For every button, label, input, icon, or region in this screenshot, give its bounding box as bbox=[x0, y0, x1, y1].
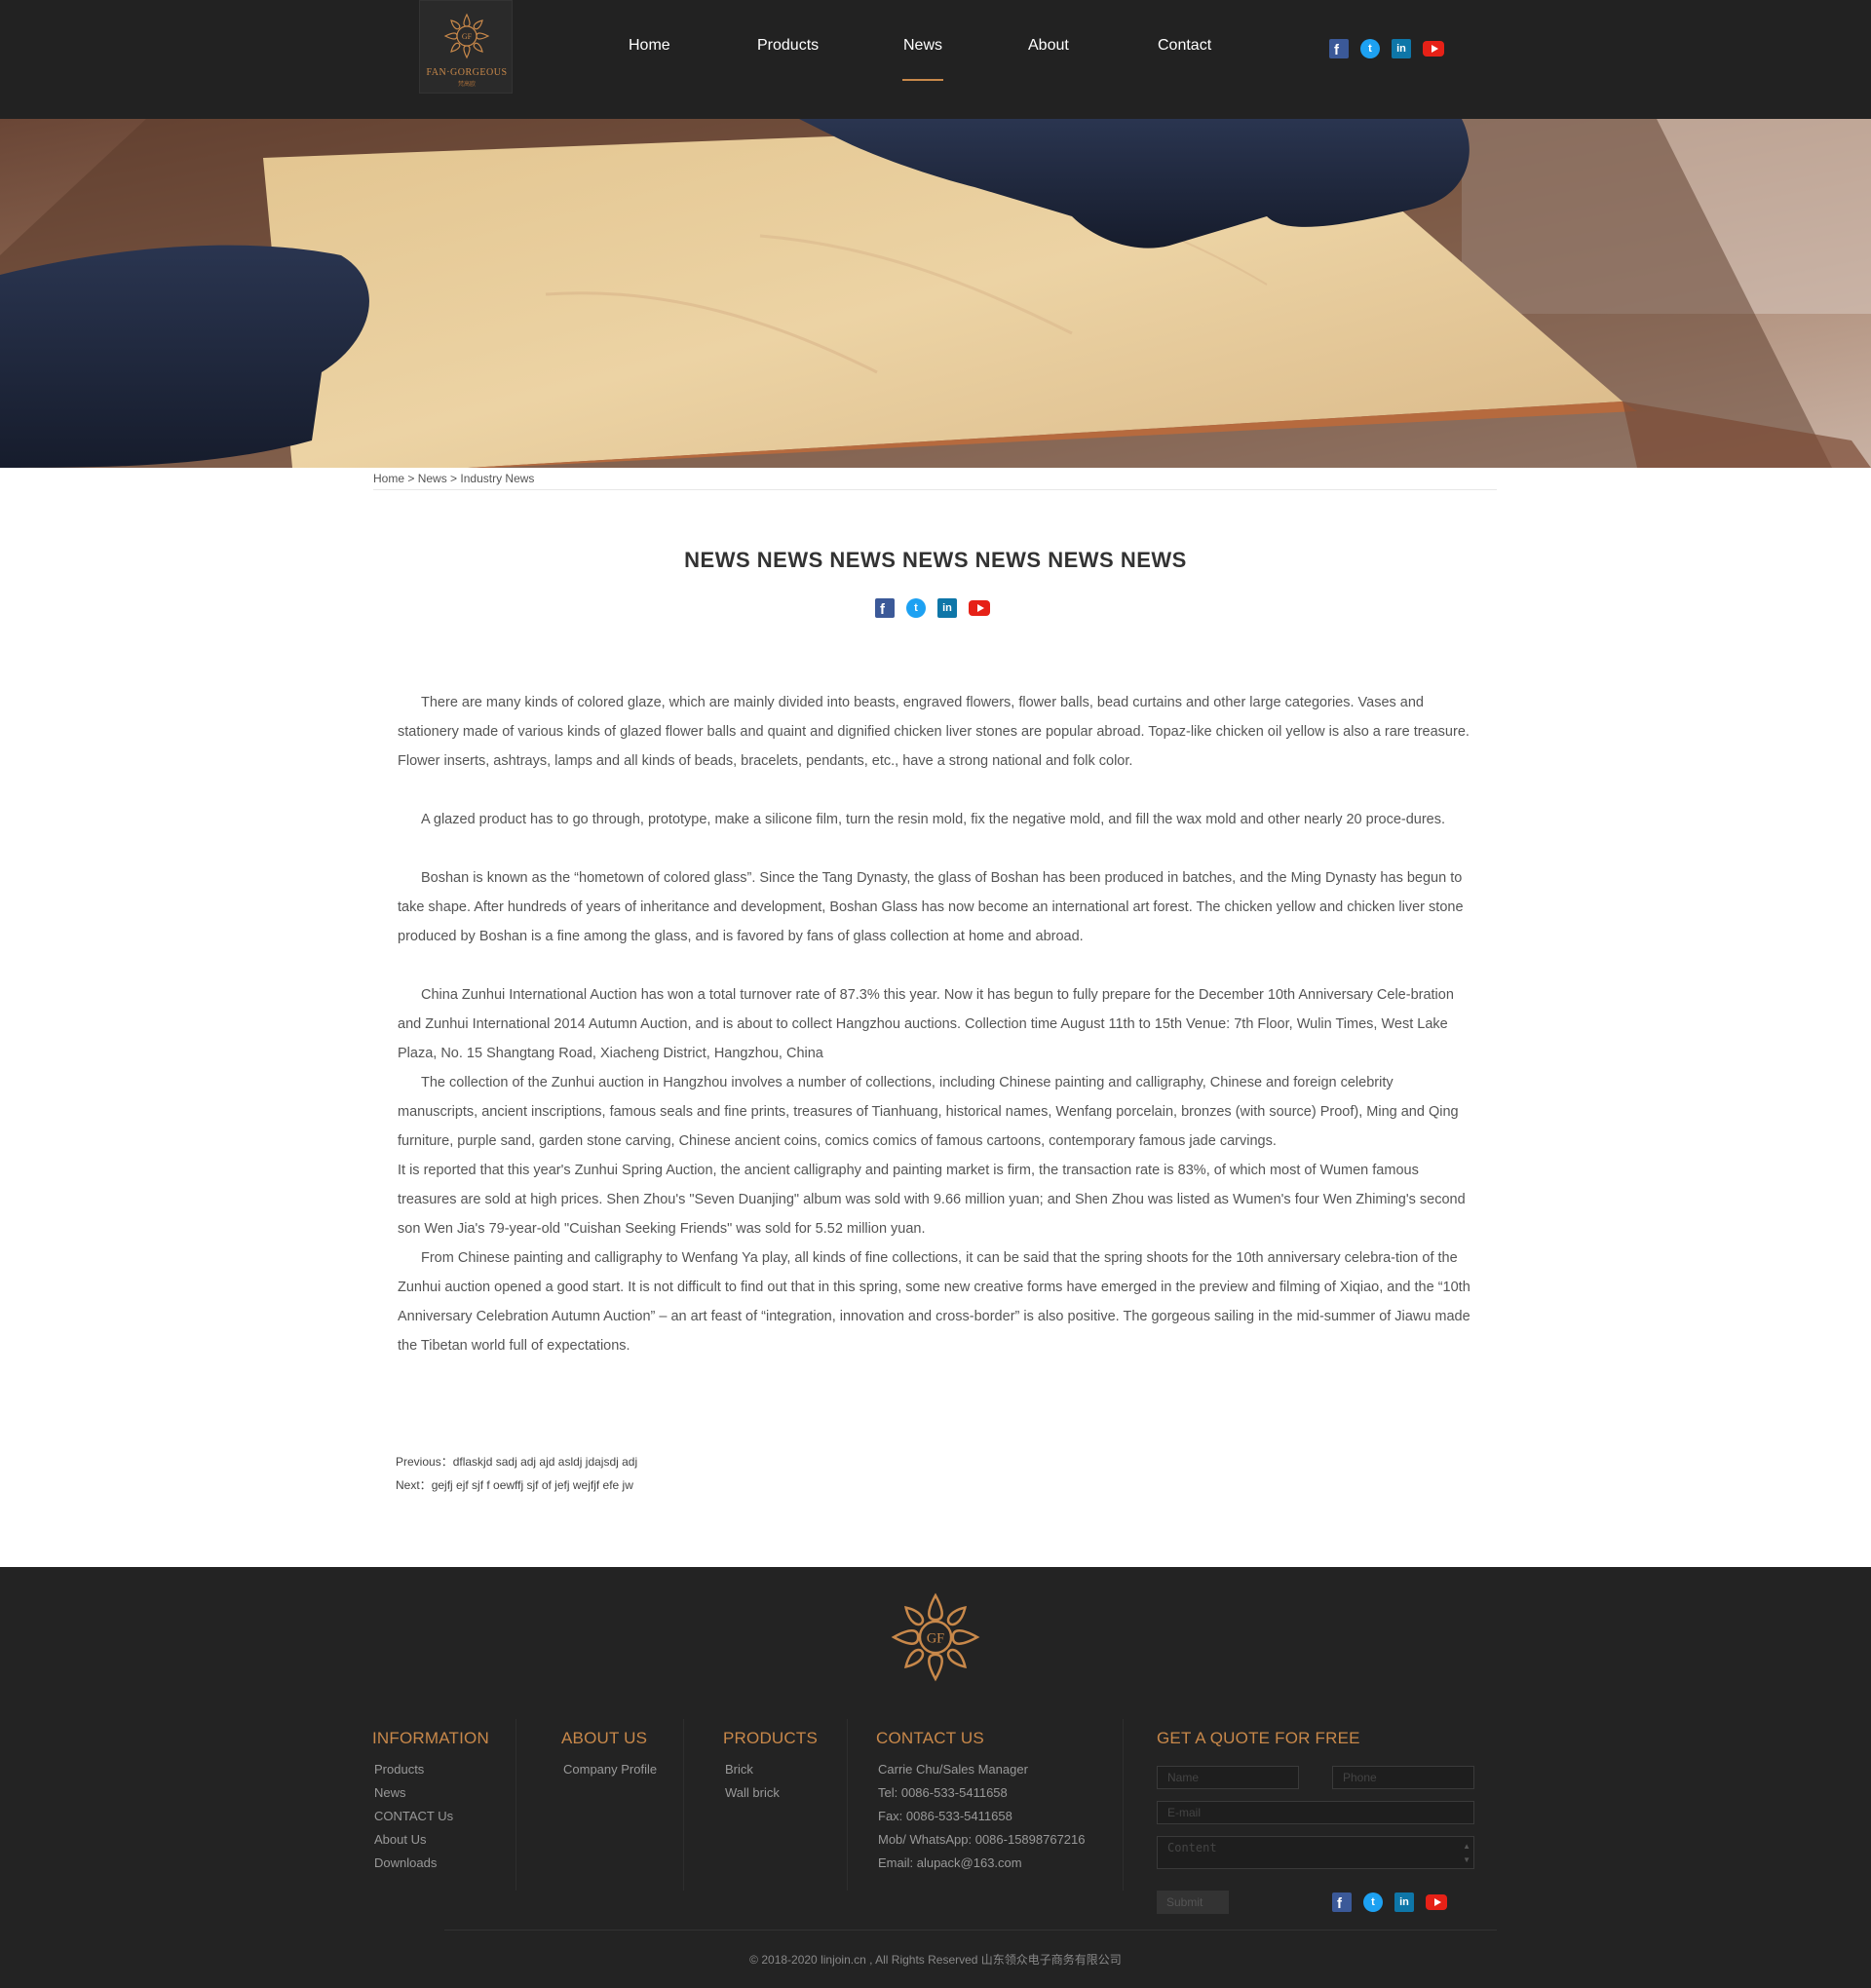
breadcrumb: Home > News > Industry News bbox=[373, 472, 534, 485]
quote-name-input[interactable] bbox=[1157, 1766, 1299, 1789]
footer-divider bbox=[515, 1719, 516, 1891]
svg-text:GF: GF bbox=[927, 1630, 944, 1646]
brand-name: FAN·GORGEOUS bbox=[426, 67, 508, 78]
breadcrumb-news[interactable]: News bbox=[418, 472, 447, 485]
facebook-icon[interactable]: f bbox=[1329, 39, 1349, 58]
contact-person: Carrie Chu/Sales Manager bbox=[878, 1762, 1028, 1777]
breadcrumb-current[interactable]: Industry News bbox=[460, 472, 534, 485]
previous-article[interactable]: Previous：dflaskjd sadj adj ajd asldj jda… bbox=[396, 1450, 637, 1473]
quote-content-textarea[interactable] bbox=[1157, 1836, 1474, 1869]
quote-content-wrapper: ▲▼ bbox=[1157, 1836, 1474, 1869]
nav-home[interactable]: Home bbox=[629, 37, 670, 66]
nav-about[interactable]: About bbox=[1028, 37, 1069, 66]
footer-about: ABOUT US Company Profile bbox=[561, 1729, 657, 1781]
brand-subtitle: 梵高欧 bbox=[457, 82, 476, 88]
next-article[interactable]: Next：gejfj ejf sjf f oewffj sjf of jefj … bbox=[396, 1473, 637, 1497]
next-label: Next： bbox=[396, 1478, 432, 1492]
site-footer: GF INFORMATION Products News CONTACT Us … bbox=[0, 1567, 1871, 1988]
youtube-icon[interactable] bbox=[969, 600, 990, 616]
article-paragraph: There are many kinds of colored glaze, w… bbox=[398, 695, 1470, 769]
quote-phone-input[interactable] bbox=[1332, 1766, 1474, 1789]
contact-tel: Tel: 0086-533-5411658 bbox=[878, 1785, 1008, 1800]
linkedin-icon[interactable]: in bbox=[1394, 1892, 1414, 1912]
header-social: f t in bbox=[1329, 39, 1444, 58]
footer-divider bbox=[847, 1719, 848, 1891]
hero-banner bbox=[0, 119, 1871, 468]
article-paragraph: The collection of the Zunhui auction in … bbox=[398, 1075, 1459, 1149]
footer-link-contact[interactable]: CONTACT Us bbox=[372, 1805, 489, 1828]
footer-social: f t in bbox=[1332, 1892, 1447, 1912]
article-paragraph: China Zunhui International Auction has w… bbox=[398, 987, 1454, 1061]
footer-divider bbox=[683, 1719, 684, 1891]
breadcrumb-home[interactable]: Home bbox=[373, 472, 404, 485]
footer-products: PRODUCTS Brick Wall brick bbox=[723, 1729, 818, 1805]
footer-link-about[interactable]: About Us bbox=[372, 1828, 489, 1852]
footer-link-company-profile[interactable]: Company Profile bbox=[561, 1758, 657, 1781]
twitter-icon[interactable]: t bbox=[1360, 39, 1380, 58]
next-article-link[interactable]: gejfj ejf sjf f oewffj sjf of jefj wejfj… bbox=[432, 1478, 633, 1492]
twitter-icon[interactable]: t bbox=[906, 598, 926, 618]
lotus-logo-icon: GF bbox=[443, 13, 490, 59]
footer-heading: GET A QUOTE FOR FREE bbox=[1157, 1729, 1360, 1747]
footer-divider-line bbox=[444, 1930, 1497, 1931]
article-body: There are many kinds of colored glaze, w… bbox=[398, 688, 1473, 1360]
footer-heading: INFORMATION bbox=[372, 1729, 489, 1747]
site-header: GF FAN·GORGEOUS 梵高欧 Home Products News A… bbox=[0, 0, 1871, 119]
nav-news[interactable]: News bbox=[901, 37, 944, 81]
facebook-icon[interactable]: f bbox=[1332, 1892, 1352, 1912]
previous-article-link[interactable]: dflaskjd sadj adj ajd asldj jdajsdj adj bbox=[453, 1455, 637, 1469]
footer-information: INFORMATION Products News CONTACT Us Abo… bbox=[372, 1729, 489, 1875]
copyright-text: © 2018-2020 linjoin.cn , All Rights Rese… bbox=[749, 1953, 1122, 1967]
facebook-icon[interactable]: f bbox=[875, 598, 895, 618]
article-pagination: Previous：dflaskjd sadj adj ajd asldj jda… bbox=[396, 1450, 637, 1497]
article-title: NEWS NEWS NEWS NEWS NEWS NEWS NEWS bbox=[684, 548, 1187, 572]
nav-products[interactable]: Products bbox=[757, 37, 819, 66]
footer-contact: CONTACT US Carrie Chu/Sales Manager Tel:… bbox=[876, 1729, 1086, 1875]
breadcrumb-separator: > bbox=[404, 472, 418, 485]
footer-link-brick[interactable]: Brick bbox=[723, 1758, 818, 1781]
footer-link-downloads[interactable]: Downloads bbox=[372, 1852, 489, 1875]
previous-label: Previous： bbox=[396, 1455, 453, 1469]
nav-contact[interactable]: Contact bbox=[1158, 37, 1211, 66]
breadcrumb-divider bbox=[373, 489, 1497, 490]
footer-link-wall-brick[interactable]: Wall brick bbox=[723, 1781, 818, 1805]
article-paragraph: It is reported that this year's Zunhui S… bbox=[398, 1163, 1466, 1237]
quote-email-input[interactable] bbox=[1157, 1801, 1474, 1824]
lotus-logo-icon: GF bbox=[891, 1592, 980, 1682]
article-paragraph: A glazed product has to go through, prot… bbox=[421, 812, 1446, 827]
banner-tile-gloves-image bbox=[0, 119, 1871, 468]
contact-mobile: Mob/ WhatsApp: 0086-15898767216 bbox=[878, 1832, 1086, 1847]
breadcrumb-separator: > bbox=[446, 472, 461, 485]
youtube-icon[interactable] bbox=[1423, 41, 1444, 57]
svg-text:GF: GF bbox=[462, 32, 473, 41]
contact-email[interactable]: Email: alupack@163.com bbox=[876, 1852, 1086, 1875]
article-paragraph: Boshan is known as the “hometown of colo… bbox=[398, 870, 1464, 944]
brand-logo[interactable]: GF FAN·GORGEOUS 梵高欧 bbox=[419, 0, 513, 94]
quote-submit-button[interactable]: Submit bbox=[1157, 1891, 1229, 1914]
textarea-scroll-arrows[interactable]: ▲ ▼ bbox=[1463, 1840, 1470, 1867]
contact-fax: Fax: 0086-533-5411658 bbox=[878, 1809, 1012, 1823]
linkedin-icon[interactable]: in bbox=[937, 598, 957, 618]
quote-form: GET A QUOTE FOR FREE ▲▼ Submit f t in bbox=[1157, 1729, 1474, 1924]
footer-heading: CONTACT US bbox=[876, 1729, 984, 1747]
footer-link-products[interactable]: Products bbox=[372, 1758, 489, 1781]
footer-heading: PRODUCTS bbox=[723, 1729, 818, 1747]
footer-link-news[interactable]: News bbox=[372, 1781, 489, 1805]
linkedin-icon[interactable]: in bbox=[1392, 39, 1411, 58]
footer-heading: ABOUT US bbox=[561, 1729, 648, 1747]
article-paragraph: From Chinese painting and calligraphy to… bbox=[398, 1250, 1470, 1354]
footer-divider bbox=[1123, 1719, 1124, 1891]
article-share: f t in bbox=[875, 598, 990, 618]
youtube-icon[interactable] bbox=[1426, 1894, 1447, 1910]
twitter-icon[interactable]: t bbox=[1363, 1892, 1383, 1912]
